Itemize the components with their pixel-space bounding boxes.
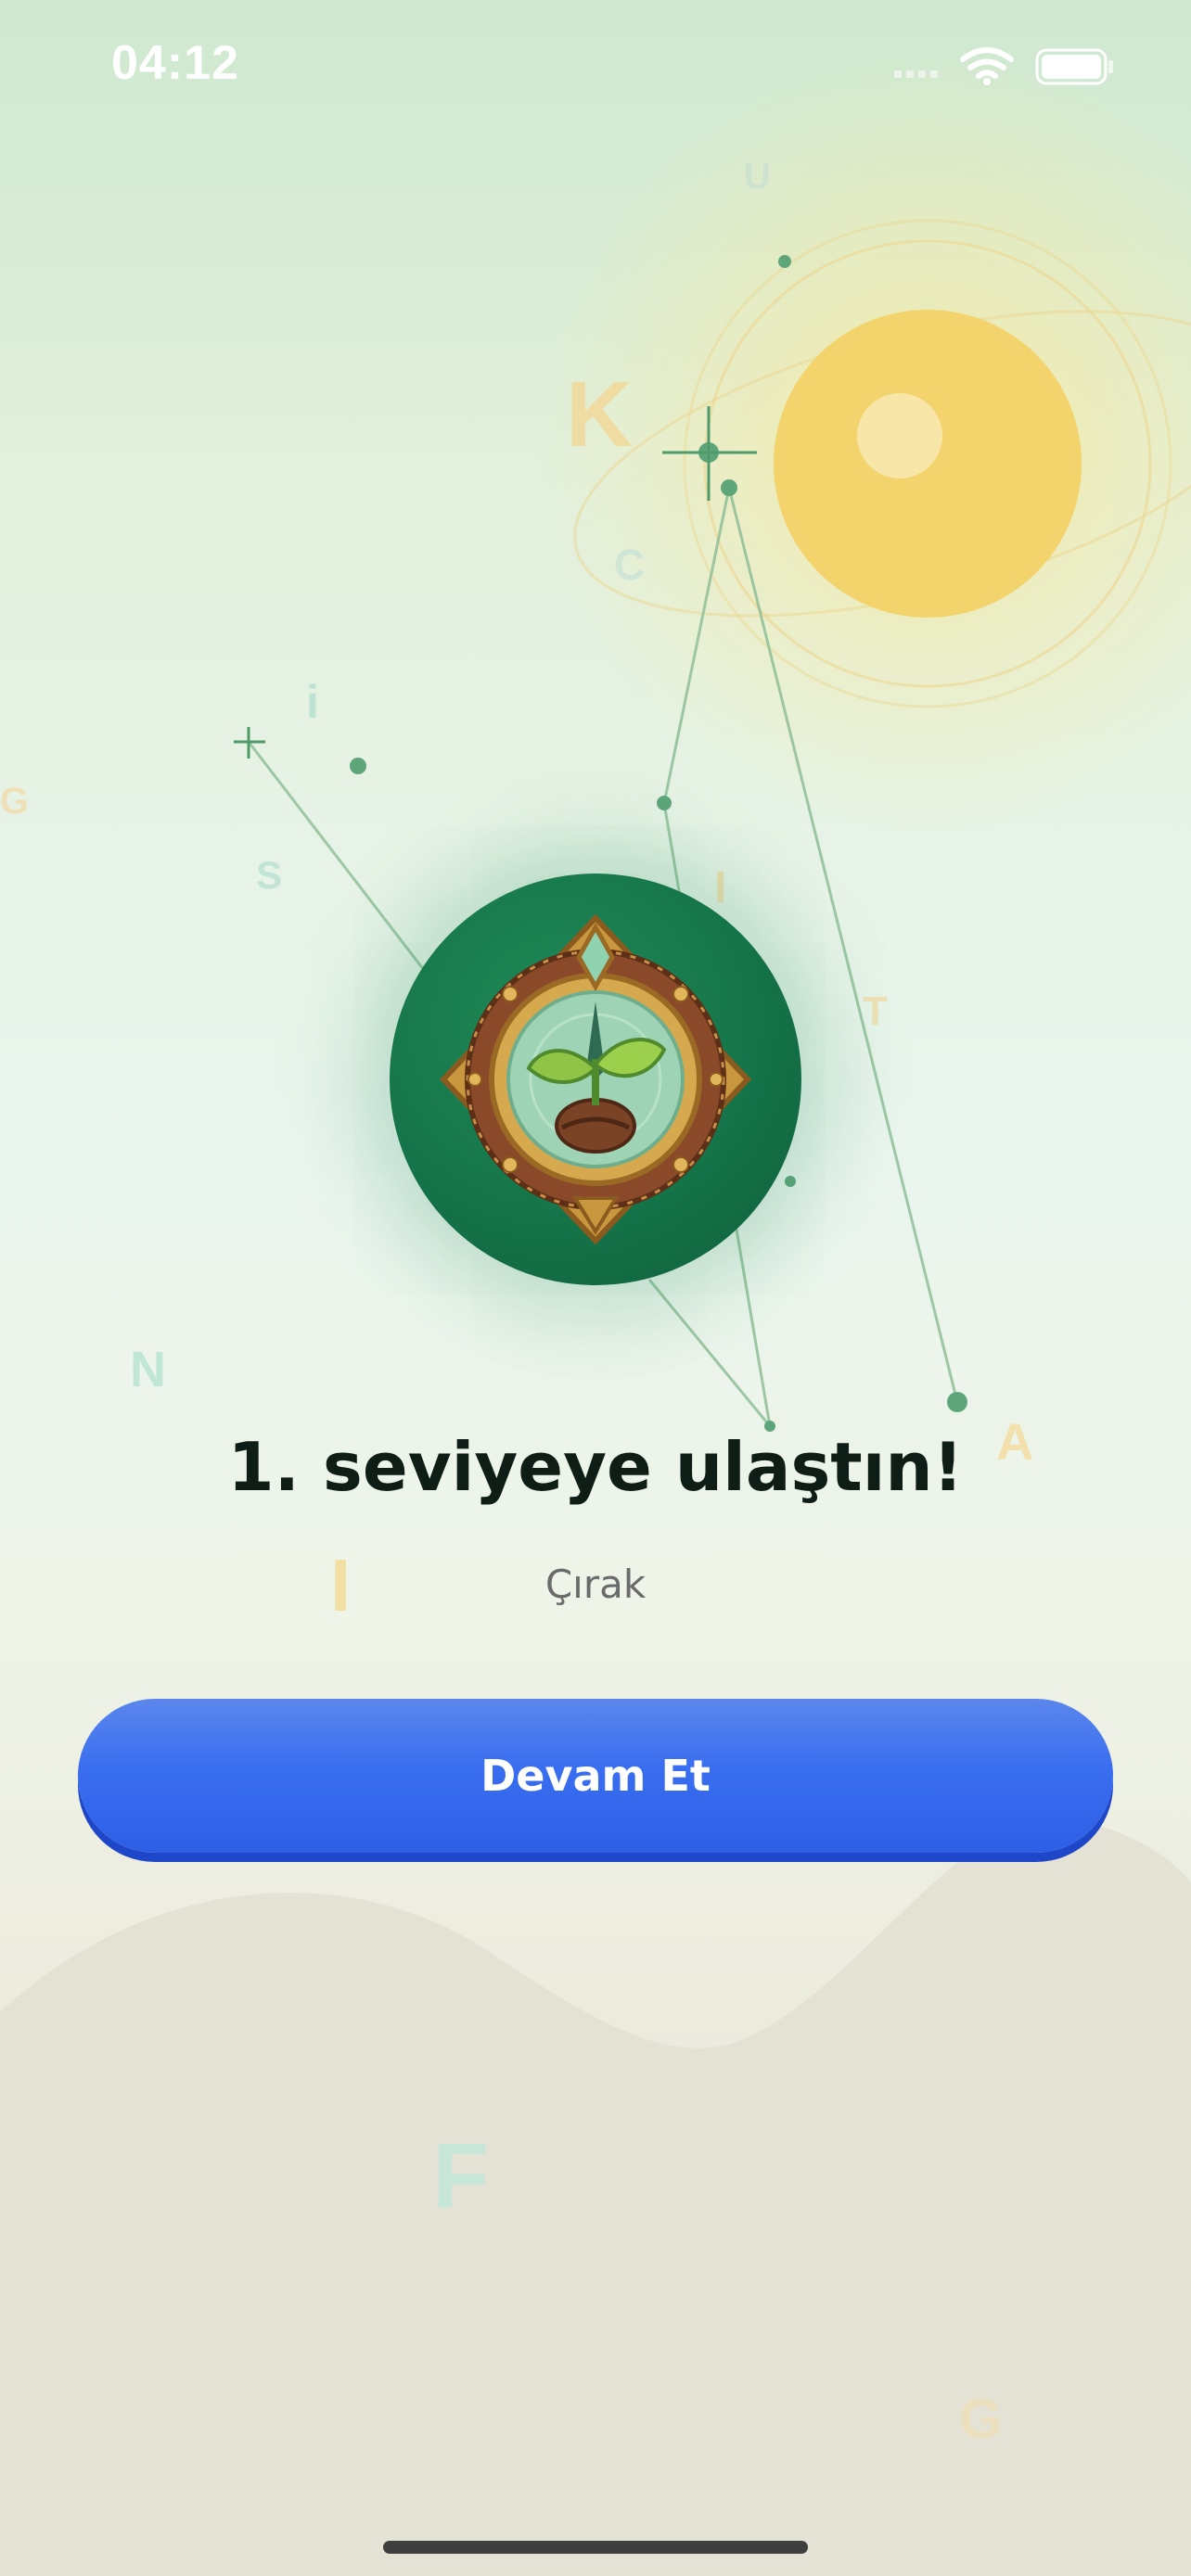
level-badge [390,874,801,1285]
sprout-compass-badge-icon [439,913,752,1245]
decor-letter: K [566,363,634,466]
decor-letter: C [614,541,646,589]
decor-letter: G [959,2388,1003,2450]
decor-letter: T [863,988,888,1034]
continue-button[interactable]: Devam Et [78,1699,1113,1853]
signal-icon [894,70,938,78]
rank-label: Çırak [544,1562,647,1607]
home-indicator[interactable] [383,2541,808,2554]
status-icons [894,47,1113,85]
status-time: 04:12 [111,36,239,90]
decor-letter: N [130,1342,166,1397]
decor-letter: G [0,781,30,822]
battery-icon [1035,48,1113,85]
level-up-title: 1. seviyeye ulaştın! [227,1428,964,1506]
decor-letter: S [256,853,283,897]
decor-letter: U [744,156,771,197]
wifi-icon [960,47,1014,79]
decor-letter: F [432,2124,490,2228]
decor-letter: i [306,676,319,728]
